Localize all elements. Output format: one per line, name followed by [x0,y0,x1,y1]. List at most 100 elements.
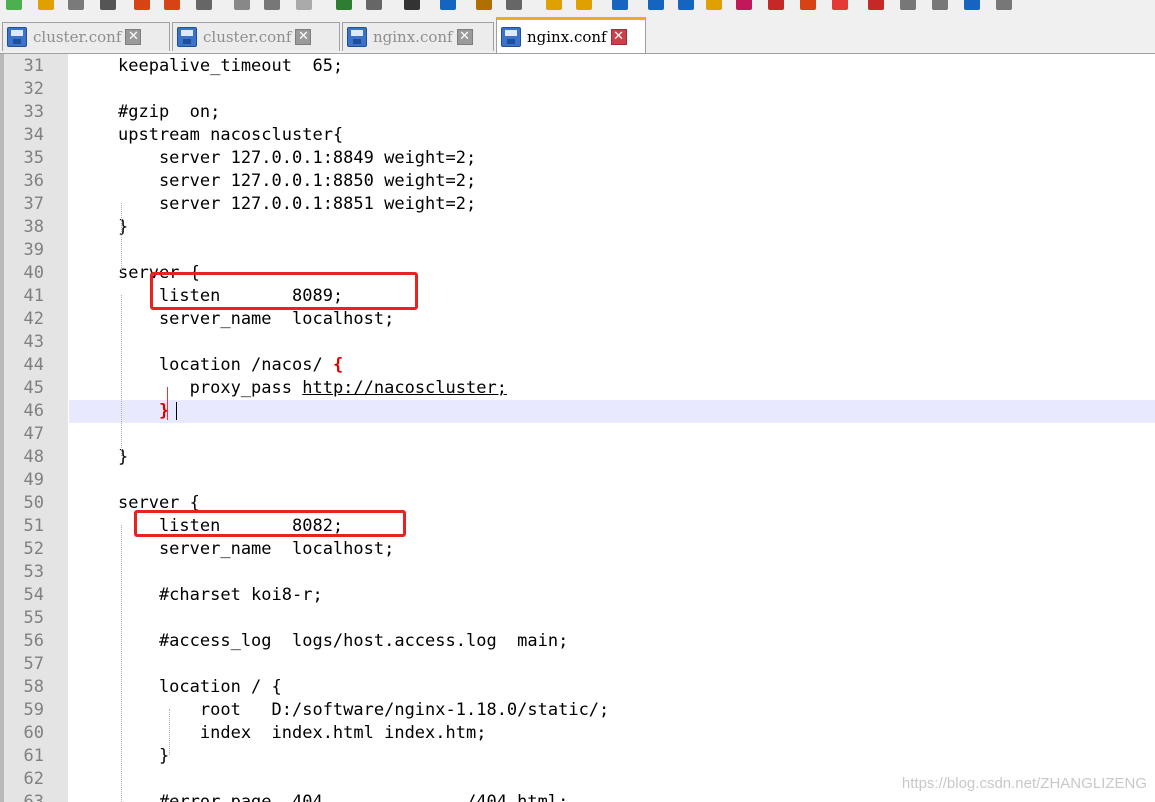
toolbar-button-icon[interactable] [800,0,816,10]
code-text: proxy_pass [118,378,303,398]
code-line[interactable]: } [118,446,128,469]
highlight-box-listen-8082 [134,510,406,537]
code-line[interactable]: server 127.0.0.1:8849 weight=2; [118,147,476,170]
line-number: 63 [23,792,44,802]
line-number: 40 [23,263,44,283]
code-text: server_name localhost; [118,309,395,329]
toolbar-button-icon[interactable] [576,0,592,10]
line-number: 48 [23,447,44,467]
code-line[interactable]: } [118,400,169,423]
line-number: 38 [23,217,44,237]
code-link[interactable]: http://nacoscluster; [302,378,507,398]
tab-bar: cluster.conf ✕ cluster.conf ✕ nginx.conf… [0,12,1155,54]
indent-guide [121,525,122,802]
code-line[interactable]: server_name localhost; [118,538,394,561]
code-line[interactable]: #gzip on; [118,101,220,124]
code-line[interactable]: root D:/software/nginx-1.18.0/static/; [118,699,609,722]
code-line[interactable]: server 127.0.0.1:8850 weight=2; [118,170,476,193]
toolbar-button-icon[interactable] [38,0,54,10]
close-tab-icon[interactable]: ✕ [456,29,473,45]
tab-label: cluster.conf [33,28,122,46]
line-number: 42 [23,309,44,329]
line-number: 37 [23,194,44,214]
toolbar-button-icon[interactable] [964,0,980,10]
code-line[interactable]: index index.html index.htm; [118,722,487,745]
line-number: 46 [23,401,44,421]
toolbar-button-icon[interactable] [506,0,522,10]
line-number: 52 [23,539,44,559]
line-number: 44 [23,355,44,375]
toolbar-button-icon[interactable] [768,0,784,10]
highlight-box-listen-8089 [150,272,418,310]
line-number: 34 [23,125,44,145]
toolbar-button-icon[interactable] [832,0,848,10]
toolbar-button-icon[interactable] [996,0,1012,10]
code-line[interactable]: server 127.0.0.1:8851 weight=2; [118,193,476,216]
toolbar-button-icon[interactable] [196,0,212,10]
code-text: server_name localhost; [118,539,395,559]
toolbar-button-icon[interactable] [164,0,180,10]
toolbar-button-icon[interactable] [264,0,280,10]
line-number: 53 [23,562,44,582]
toolbar-button-icon[interactable] [900,0,916,10]
tab-label: nginx.conf [373,28,453,46]
toolbar-button-icon[interactable] [234,0,250,10]
indent-guide [121,295,122,456]
toolbar-button-icon[interactable] [932,0,948,10]
toolbar-button-icon[interactable] [440,0,456,10]
code-text: #charset koi8-r; [118,585,323,605]
tab-cluster-conf-1[interactable]: cluster.conf ✕ [2,22,170,51]
toolbar-button-icon[interactable] [736,0,752,10]
toolbar-button-icon[interactable] [546,0,562,10]
code-line[interactable]: proxy_pass http://nacoscluster; [118,377,507,400]
line-number: 41 [23,286,44,306]
save-file-icon [177,27,197,47]
line-number: 61 [23,746,44,766]
close-tab-icon[interactable]: ✕ [295,29,312,45]
code-line[interactable]: } [118,745,169,768]
line-number: 32 [23,79,44,99]
code-text: keepalive_timeout 65; [118,56,344,76]
toolbar-button-icon[interactable] [612,0,628,10]
code-text: } [118,217,129,237]
code-line[interactable]: keepalive_timeout 65; [118,55,343,78]
toolbar-button-icon[interactable] [134,0,150,10]
toolbar-button-icon[interactable] [100,0,116,10]
close-tab-icon[interactable]: ✕ [610,28,627,45]
code-text: server 127.0.0.1:8850 weight=2; [118,171,477,191]
indent-guide-active [167,387,168,420]
line-number: 56 [23,631,44,651]
code-line[interactable]: } [118,216,128,239]
code-line[interactable]: #charset koi8-r; [118,584,323,607]
toolbar-button-icon[interactable] [6,0,22,10]
toolbar-button-icon[interactable] [68,0,84,10]
code-text: #gzip on; [118,102,221,122]
toolbar-button-icon[interactable] [366,0,382,10]
toolbar-button-icon[interactable] [706,0,722,10]
line-number: 45 [23,378,44,398]
tab-cluster-conf-2[interactable]: cluster.conf ✕ [172,22,340,51]
toolbar-button-icon[interactable] [868,0,884,10]
toolbar-button-icon[interactable] [404,0,420,10]
close-tab-icon[interactable]: ✕ [125,29,142,45]
toolbar-button-icon[interactable] [336,0,352,10]
code-editor[interactable]: 31 keepalive_timeout 65; 32 33 #gzip on; 34 up… [0,54,1155,802]
code-line[interactable]: upstream nacoscluster{ [118,124,343,147]
code-line[interactable]: #access_log logs/host.access.log main; [118,630,568,653]
code-line[interactable]: location / { [118,676,282,699]
tab-nginx-conf-active[interactable]: nginx.conf ✕ [496,17,646,53]
line-number: 62 [23,769,44,789]
code-text: } [118,447,129,467]
code-line[interactable]: server_name localhost; [118,308,394,331]
code-text: location / { [118,677,282,697]
toolbar-button-icon[interactable] [476,0,492,10]
toolbar-button-icon[interactable] [648,0,664,10]
toolbar-button-icon[interactable] [678,0,694,10]
code-text: #error_page 404 /404.html; [118,792,569,802]
line-number: 47 [23,424,44,444]
toolbar-button-icon[interactable] [296,0,312,10]
tab-label: nginx.conf [527,27,607,46]
code-line[interactable]: #error_page 404 /404.html; [118,791,568,802]
tab-nginx-conf-1[interactable]: nginx.conf ✕ [342,22,494,51]
code-line[interactable]: location /nacos/ { [118,354,343,377]
